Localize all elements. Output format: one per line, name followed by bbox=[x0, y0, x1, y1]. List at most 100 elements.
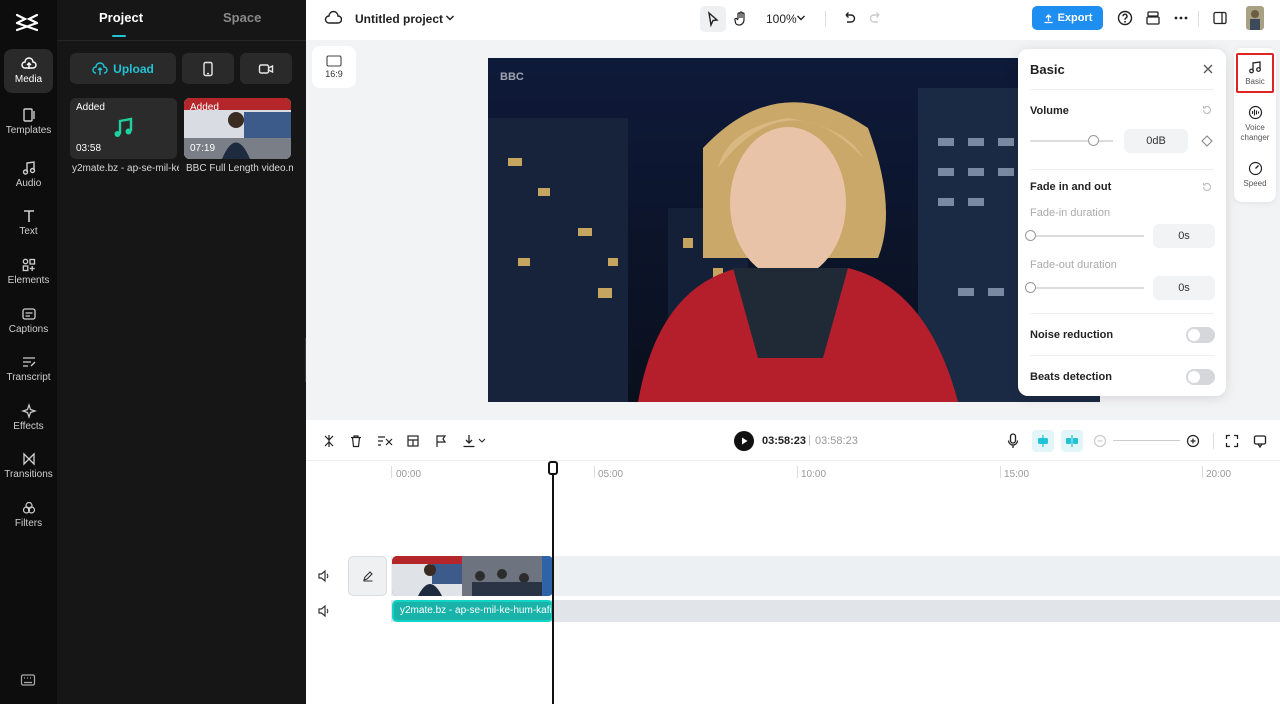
video-preview[interactable]: BBC bbox=[488, 58, 1100, 402]
stack-button[interactable] bbox=[1145, 10, 1161, 26]
rail-item-captions[interactable]: Captions bbox=[4, 299, 53, 343]
hand-tool-button[interactable] bbox=[733, 10, 749, 27]
linkage-button[interactable] bbox=[1061, 430, 1083, 452]
chevron-down-icon[interactable] bbox=[796, 14, 806, 22]
undo-button[interactable] bbox=[841, 10, 857, 26]
divider bbox=[1030, 313, 1214, 314]
fade-in-slider-knob[interactable] bbox=[1025, 230, 1036, 241]
side-tab-voice-changer[interactable]: Voice changer bbox=[1234, 105, 1276, 143]
fade-out-value-field[interactable]: 0s bbox=[1153, 276, 1215, 300]
freeze-button[interactable] bbox=[406, 434, 420, 448]
capcut-logo[interactable] bbox=[14, 10, 42, 34]
download-button[interactable] bbox=[462, 434, 488, 448]
keyframe-diamond-icon bbox=[1201, 135, 1213, 147]
video-track-mute-button[interactable] bbox=[317, 569, 331, 583]
rail-item-media[interactable]: Media bbox=[4, 49, 53, 93]
ruler-tick bbox=[391, 466, 392, 478]
media-duration: 07:19 bbox=[190, 143, 216, 154]
play-button[interactable] bbox=[734, 431, 754, 451]
reset-volume-button[interactable] bbox=[1201, 104, 1213, 116]
rail-item-transcript[interactable]: Transcript bbox=[4, 347, 53, 391]
video-clip[interactable] bbox=[392, 556, 553, 596]
fade-out-slider-knob[interactable] bbox=[1025, 282, 1036, 293]
playhead[interactable] bbox=[552, 462, 554, 704]
auto-snap-button[interactable] bbox=[1032, 430, 1054, 452]
volume-label: Volume bbox=[1030, 105, 1069, 117]
edit-cover-button[interactable] bbox=[348, 556, 387, 596]
effects-icon bbox=[20, 403, 37, 419]
export-button[interactable]: Export bbox=[1032, 6, 1103, 30]
audio-track-mute-button[interactable] bbox=[317, 604, 331, 618]
rail-label-effects: Effects bbox=[13, 421, 44, 432]
media-item-audio[interactable]: Added 03:58 bbox=[70, 98, 177, 159]
volume-slider[interactable] bbox=[1030, 140, 1113, 142]
help-button[interactable] bbox=[1117, 10, 1133, 26]
media-duration: 03:58 bbox=[76, 143, 102, 154]
record-voice-button[interactable] bbox=[1007, 433, 1019, 449]
cloud-icon bbox=[20, 57, 37, 69]
aspect-ratio-label: 16:9 bbox=[325, 69, 343, 79]
upload-button[interactable]: Upload bbox=[70, 53, 176, 84]
help-icon bbox=[1117, 10, 1133, 26]
close-button[interactable] bbox=[1202, 63, 1214, 75]
fade-out-slider[interactable] bbox=[1030, 287, 1144, 289]
beats-detection-toggle[interactable] bbox=[1186, 369, 1215, 385]
cloud-save-icon[interactable] bbox=[324, 10, 342, 26]
audio-clip[interactable]: y2mate.bz - ap-se-mil-ke-hum-kafir-ho-ga… bbox=[392, 600, 553, 622]
volume-value-field[interactable]: 0dB bbox=[1124, 129, 1188, 153]
feedback-button[interactable] bbox=[1253, 434, 1267, 448]
freeze-frame-icon bbox=[407, 435, 419, 447]
side-tab-basic[interactable]: Basic bbox=[1236, 53, 1274, 93]
phone-upload-button[interactable] bbox=[182, 53, 234, 84]
project-title[interactable]: Untitled project bbox=[355, 12, 443, 26]
media-item-video[interactable]: Added 07:19 bbox=[184, 98, 291, 159]
media-panel: Project Space Upload Added 03:58 y2mate.… bbox=[57, 0, 306, 704]
reset-fade-button[interactable] bbox=[1201, 181, 1213, 193]
split-button[interactable] bbox=[322, 434, 336, 448]
rail-item-templates[interactable]: Templates bbox=[4, 100, 53, 144]
side-tab-speed[interactable]: Speed bbox=[1234, 161, 1276, 189]
zoom-out-button[interactable] bbox=[1093, 434, 1107, 448]
video-frame: BBC bbox=[488, 58, 1100, 402]
ruler-tick bbox=[1000, 466, 1001, 478]
ruler-label: 00:00 bbox=[396, 469, 422, 480]
fade-in-slider[interactable] bbox=[1030, 235, 1144, 237]
tab-project[interactable]: Project bbox=[99, 10, 143, 25]
play-icon bbox=[742, 437, 748, 445]
rail-item-filters[interactable]: Filters bbox=[4, 493, 53, 537]
rail-item-transitions[interactable]: Transitions bbox=[4, 444, 53, 488]
delete-button[interactable] bbox=[349, 434, 363, 448]
tab-space[interactable]: Space bbox=[223, 10, 261, 25]
rail-item-text[interactable]: Text bbox=[4, 201, 53, 245]
marker-button[interactable] bbox=[434, 434, 448, 448]
keyframe-button[interactable] bbox=[1201, 135, 1213, 147]
rail-label-templates: Templates bbox=[5, 125, 52, 136]
avatar[interactable] bbox=[1246, 6, 1264, 30]
microphone-icon bbox=[1007, 433, 1019, 448]
rail-item-effects[interactable]: Effects bbox=[4, 396, 53, 440]
more-button[interactable] bbox=[1173, 10, 1189, 26]
split-icon bbox=[324, 435, 334, 447]
audio-split-button[interactable] bbox=[377, 434, 393, 448]
rail-item-audio[interactable]: Audio bbox=[4, 153, 53, 197]
fade-in-value-field[interactable]: 0s bbox=[1153, 224, 1215, 248]
fullscreen-button[interactable] bbox=[1225, 434, 1239, 448]
aspect-ratio-button[interactable]: 16:9 bbox=[312, 46, 356, 88]
playhead-handle[interactable] bbox=[548, 461, 558, 475]
timeline-zoom-slider[interactable] bbox=[1113, 440, 1180, 441]
top-bar: Untitled project 100% Export bbox=[306, 0, 1280, 40]
layout-button[interactable] bbox=[1212, 10, 1228, 26]
rail-item-elements[interactable]: Elements bbox=[4, 250, 53, 294]
keyboard-shortcuts-icon[interactable] bbox=[20, 673, 36, 690]
zoom-in-button[interactable] bbox=[1186, 434, 1200, 448]
select-tool-button[interactable] bbox=[700, 6, 726, 32]
toolbar-divider bbox=[1213, 433, 1214, 449]
basic-properties-panel: Basic Volume 0dB Fade in and out Fade-in… bbox=[1018, 49, 1226, 396]
zoom-level[interactable]: 100% bbox=[766, 12, 797, 26]
chevron-down-icon[interactable] bbox=[445, 14, 455, 22]
redo-button[interactable] bbox=[868, 10, 884, 26]
noise-reduction-toggle[interactable] bbox=[1186, 327, 1215, 343]
current-timecode: 03:58:23 bbox=[762, 435, 807, 447]
record-button[interactable] bbox=[240, 53, 292, 84]
volume-slider-knob[interactable] bbox=[1088, 135, 1099, 146]
